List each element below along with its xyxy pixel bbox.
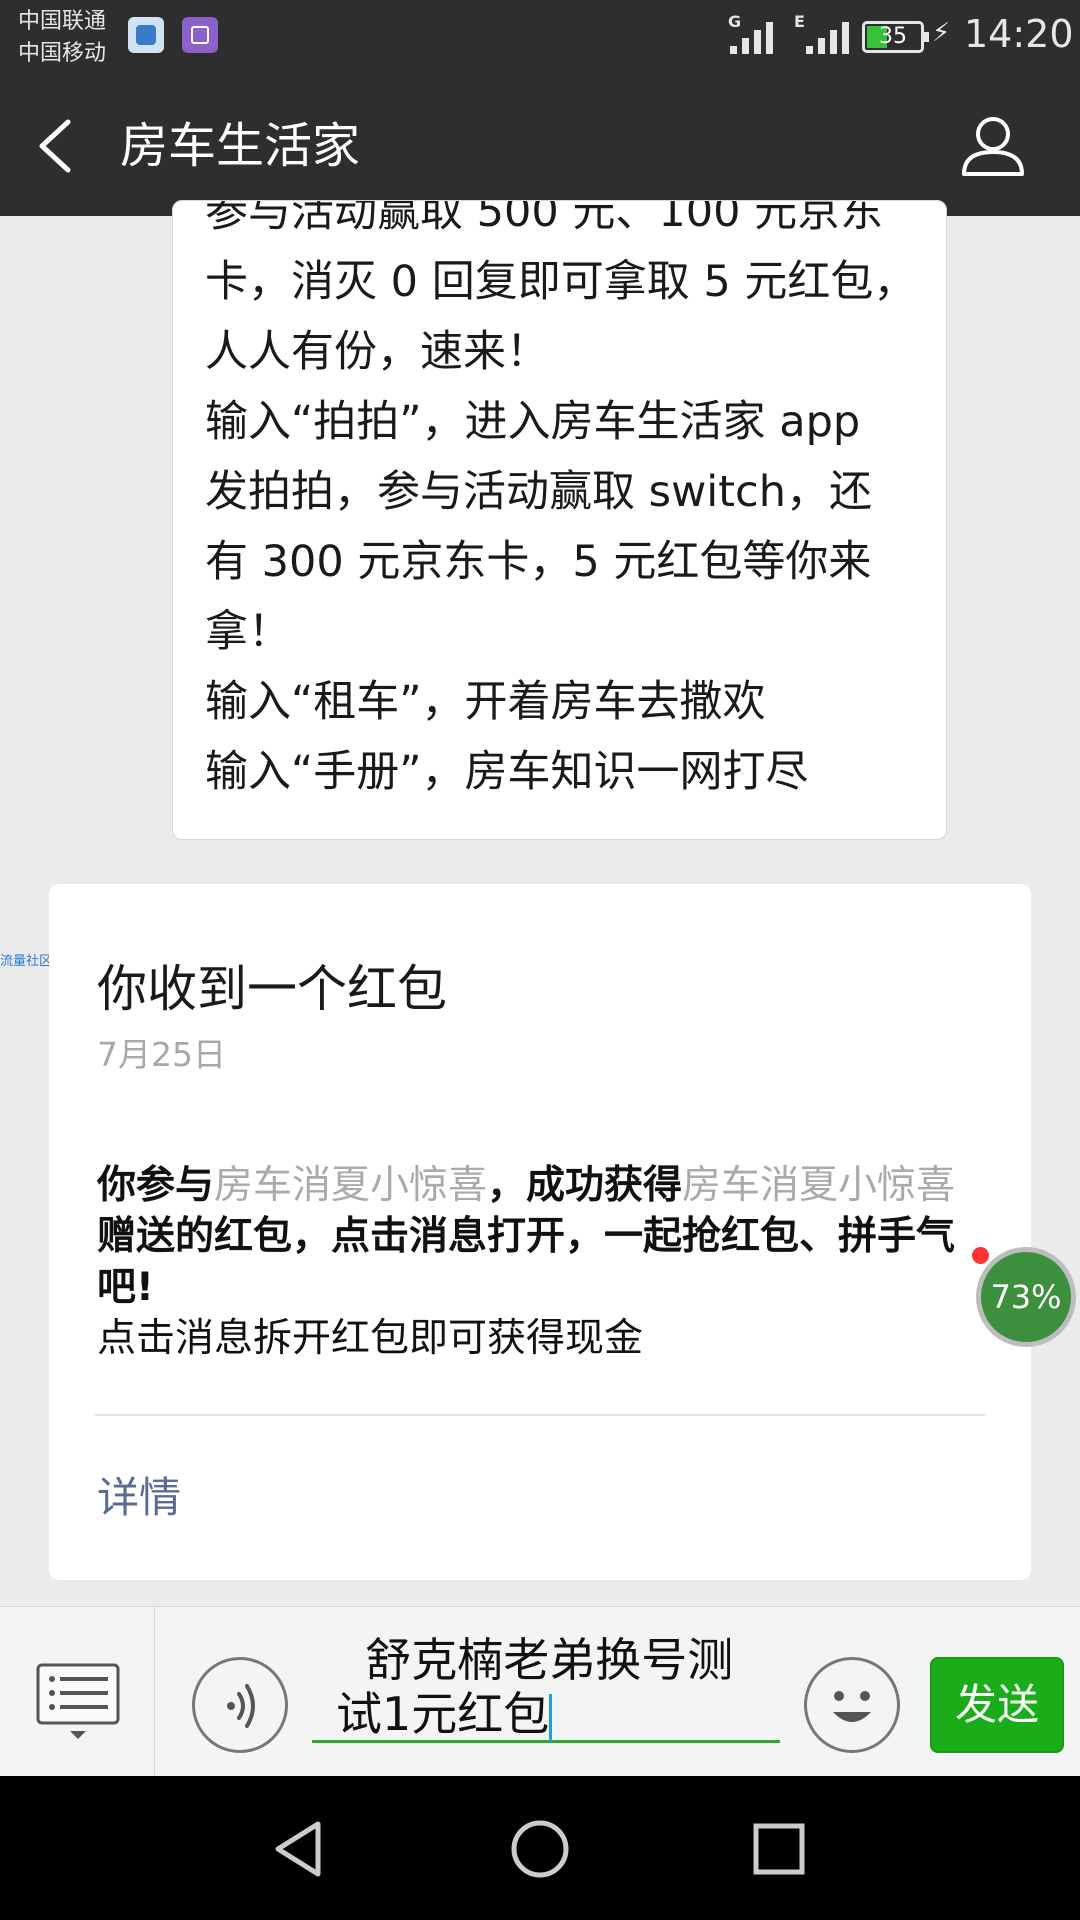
battery-icon: 35	[862, 21, 929, 53]
card-divider	[95, 1414, 985, 1416]
card-body-highlight-2: 房车消夏小惊喜	[682, 1163, 956, 1208]
text-caret	[549, 1693, 553, 1742]
back-triangle-icon[interactable]	[266, 1814, 336, 1884]
charging-icon: ⚡	[932, 18, 951, 48]
input-bar: 舒克楠老弟换号测 试1元红包 发送	[0, 1606, 1080, 1777]
floating-progress-widget[interactable]: 73%	[976, 1247, 1076, 1347]
message-input[interactable]: 舒克楠老弟换号测 试1元红包	[312, 1625, 780, 1743]
message-input-value: 舒克楠老弟换号测 试1元红包	[336, 1633, 734, 1741]
voice-icon[interactable]	[192, 1657, 288, 1753]
signal-2-icon: E	[794, 12, 849, 56]
card-body-middle: ，成功获得	[487, 1163, 683, 1208]
gallery-app-icon	[182, 17, 218, 53]
back-arrow-icon[interactable]	[30, 110, 90, 182]
red-packet-card[interactable]: 你收到一个红包 7月25日 你参与房车消夏小惊喜，成功获得房车消夏小惊喜赠送的红…	[49, 884, 1031, 1580]
card-body-line-2: 点击消息拆开红包即可获得现金	[97, 1316, 644, 1361]
menu-list-icon[interactable]	[36, 1663, 120, 1741]
home-circle-icon[interactable]	[505, 1814, 575, 1884]
input-divider	[154, 1607, 155, 1777]
card-body: 你参与房车消夏小惊喜，成功获得房车消夏小惊喜赠送的红包，点击消息打开，一起抢红包…	[97, 1160, 977, 1364]
card-body-highlight-1: 房车消夏小惊喜	[214, 1163, 488, 1208]
carrier-2: 中国移动	[18, 41, 107, 66]
side-watermark: 流量社区	[0, 954, 53, 969]
notification-dot	[972, 1247, 989, 1264]
system-nav-bar	[0, 1776, 1080, 1920]
status-bar: 中国联通 中国移动 G E 35 ⚡ 14:20	[0, 0, 1080, 76]
person-icon[interactable]	[958, 112, 1028, 180]
recent-square-icon[interactable]	[744, 1814, 814, 1884]
send-button[interactable]: 发送	[930, 1657, 1064, 1753]
signal-2-tag: E	[794, 12, 805, 31]
battery-level: 35	[879, 24, 907, 49]
text-message-bubble[interactable]: 参与活动赢取 500 元、100 元京东 卡，消灭 0 回复即可拿取 5 元红包…	[172, 200, 947, 840]
card-date: 7月25日	[97, 1035, 226, 1074]
carrier-names: 中国联通 中国移动	[18, 6, 106, 70]
signal-1-tag: G	[728, 12, 742, 31]
card-body-suffix: 赠送的红包，点击消息打开，一起抢红包、拼手气吧!	[97, 1214, 956, 1310]
card-title: 你收到一个红包	[97, 960, 447, 1018]
wifi-app-icon	[128, 17, 164, 53]
page-title: 房车生活家	[120, 118, 361, 174]
smiley-icon[interactable]	[804, 1657, 900, 1753]
clock: 14:20	[964, 12, 1074, 56]
card-body-prefix: 你参与	[97, 1163, 215, 1208]
details-link[interactable]: 详情	[97, 1464, 181, 1525]
carrier-1: 中国联通	[18, 9, 107, 34]
signal-1-icon: G	[728, 12, 782, 56]
message-text: 参与活动赢取 500 元、100 元京东 卡，消灭 0 回复即可拿取 5 元红包…	[205, 200, 917, 797]
title-bar: 房车生活家	[0, 76, 1080, 216]
